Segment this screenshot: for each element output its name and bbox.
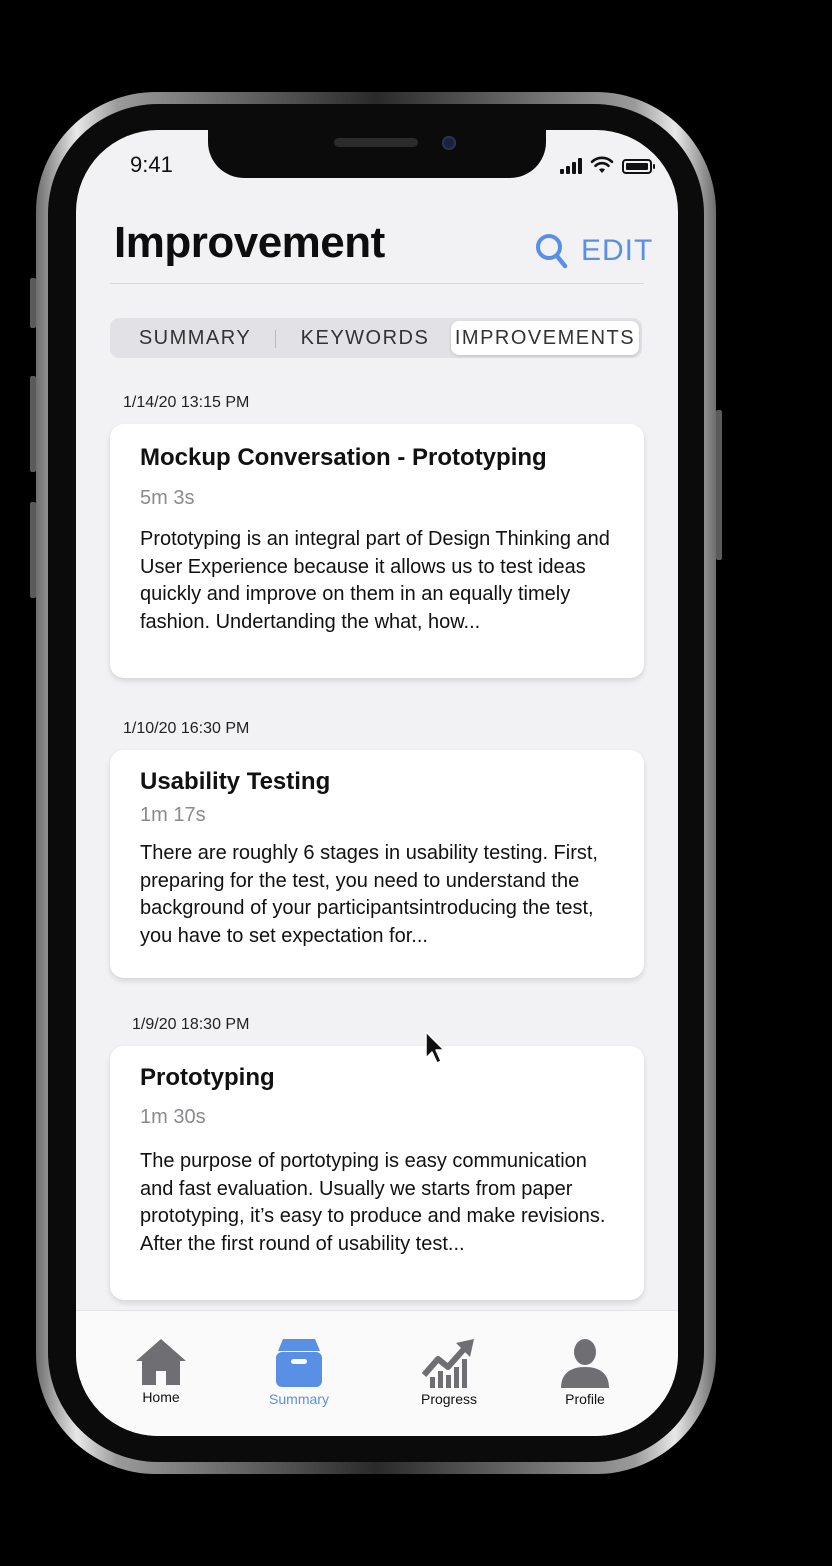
tabbar-item-summary[interactable]: Summary bbox=[244, 1337, 354, 1407]
battery-icon bbox=[622, 159, 655, 174]
chart-up-icon bbox=[422, 1339, 474, 1388]
volume-down-button bbox=[30, 502, 36, 598]
entry-date: 1/9/20 18:30 PM bbox=[132, 1016, 250, 1033]
header-divider bbox=[110, 283, 644, 284]
entry-duration: 1m 17s bbox=[140, 804, 206, 826]
notch bbox=[208, 130, 546, 178]
person-icon bbox=[561, 1339, 609, 1388]
signal-icon bbox=[560, 158, 582, 174]
power-button bbox=[716, 410, 722, 560]
tabbar-label: Home bbox=[142, 1389, 180, 1405]
camera bbox=[442, 136, 456, 150]
mouse-pointer-icon bbox=[425, 1031, 445, 1064]
segment-divider bbox=[275, 330, 276, 348]
entry-title: Mockup Conversation - Prototyping bbox=[140, 444, 547, 471]
entry-duration: 1m 30s bbox=[140, 1106, 206, 1128]
list-item[interactable]: Mockup Conversation - Prototyping 5m 3s … bbox=[110, 424, 644, 678]
bottom-tab-bar: Home Summary Progress Profile bbox=[76, 1310, 678, 1436]
status-time: 9:41 bbox=[130, 152, 173, 177]
phone-screen: 9:41 Improvement EDIT SUMMARY KEYWORDS I… bbox=[76, 130, 678, 1436]
status-icons bbox=[560, 156, 655, 174]
tabbar-item-home[interactable]: Home bbox=[106, 1337, 216, 1405]
entry-body: Prototyping is an integral part of Desig… bbox=[140, 528, 610, 633]
home-icon bbox=[136, 1339, 186, 1385]
wifi-icon bbox=[590, 156, 614, 173]
tabbar-label: Progress bbox=[420, 1391, 478, 1407]
tab-summary[interactable]: SUMMARY bbox=[120, 318, 270, 358]
list-item[interactable]: Prototyping 1m 30s The purpose of portot… bbox=[110, 1046, 644, 1300]
page-title: Improvement bbox=[114, 218, 385, 267]
tabbar-label: Profile bbox=[565, 1391, 605, 1407]
segmented-control: SUMMARY KEYWORDS IMPROVEMENTS bbox=[110, 318, 642, 358]
entry-body: There are roughly 6 stages in usability … bbox=[140, 842, 598, 947]
entry-title: Usability Testing bbox=[140, 768, 331, 795]
entry-title: Prototyping bbox=[140, 1064, 275, 1091]
tab-improvements[interactable]: IMPROVEMENTS bbox=[451, 321, 639, 355]
speaker bbox=[334, 138, 418, 147]
entry-date: 1/10/20 16:30 PM bbox=[123, 720, 250, 737]
entry-body: The purpose of portotyping is easy commu… bbox=[140, 1150, 606, 1255]
archive-box-icon bbox=[276, 1339, 322, 1387]
search-icon[interactable] bbox=[534, 232, 568, 270]
tabbar-label: Summary bbox=[269, 1391, 329, 1407]
tabbar-item-progress[interactable]: Progress bbox=[394, 1337, 504, 1407]
entry-date: 1/14/20 13:15 PM bbox=[123, 394, 250, 411]
entry-duration: 5m 3s bbox=[140, 487, 195, 509]
tab-keywords[interactable]: KEYWORDS bbox=[290, 318, 440, 358]
mute-switch bbox=[30, 278, 36, 328]
volume-up-button bbox=[30, 376, 36, 472]
edit-button[interactable]: EDIT bbox=[581, 234, 653, 268]
tabbar-item-profile[interactable]: Profile bbox=[530, 1337, 640, 1407]
list-item[interactable]: Usability Testing 1m 17s There are rough… bbox=[110, 750, 644, 978]
